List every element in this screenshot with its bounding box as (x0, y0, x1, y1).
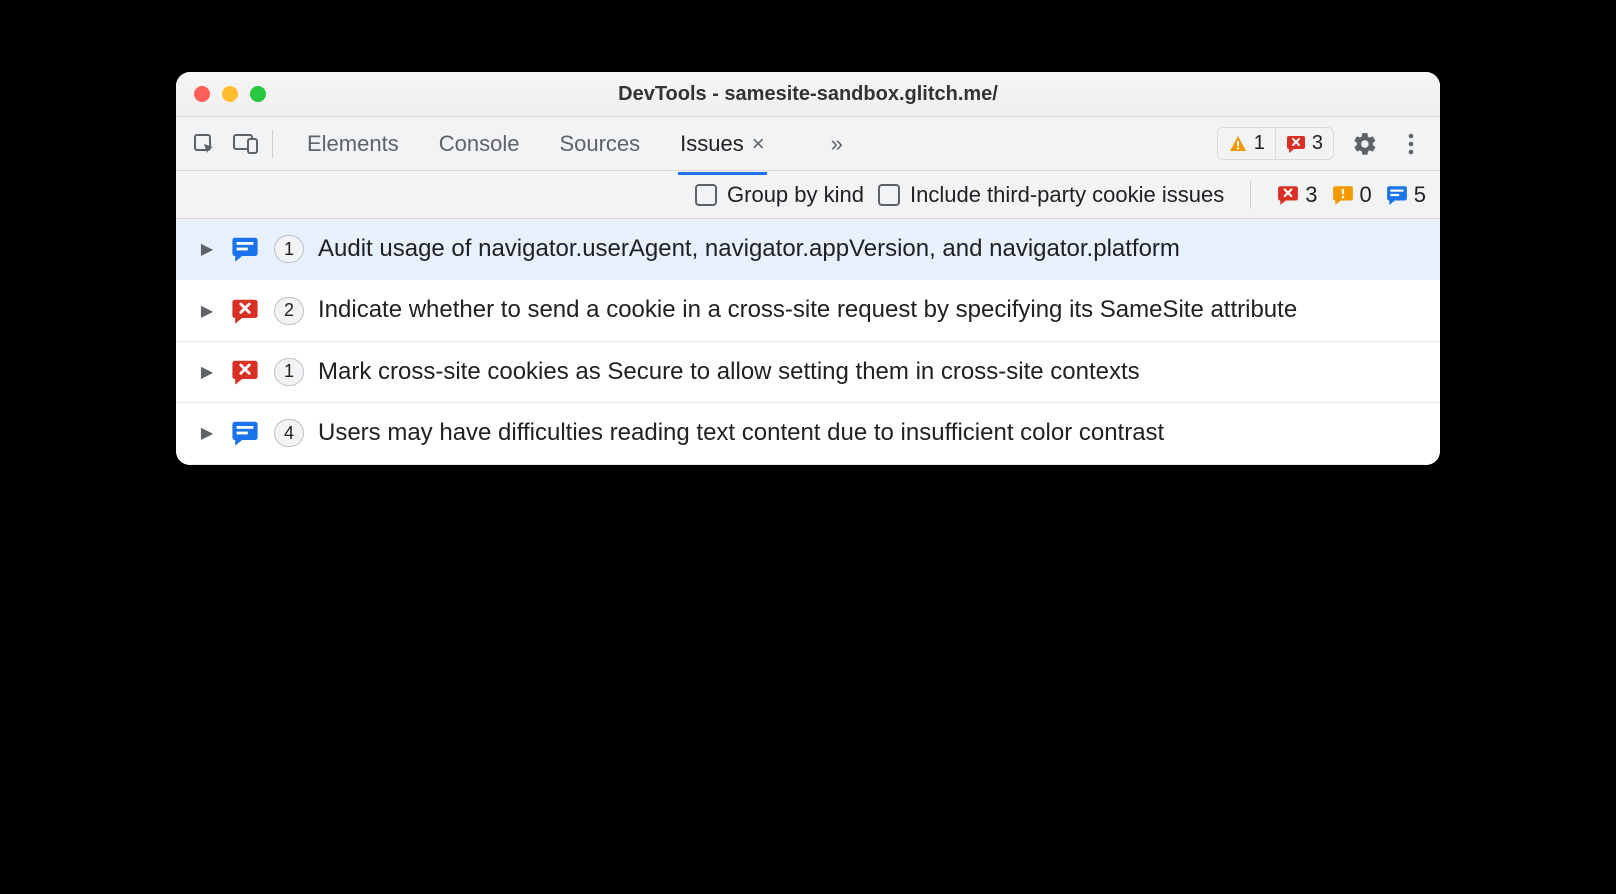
minimize-window-button[interactable] (222, 86, 238, 102)
summary-info[interactable]: 5 (1386, 182, 1426, 208)
checkbox-label: Group by kind (727, 182, 864, 208)
close-window-button[interactable] (194, 86, 210, 102)
error-bubble-icon (1277, 184, 1299, 206)
group-by-kind-checkbox[interactable]: Group by kind (695, 182, 864, 208)
tab-console[interactable]: Console (437, 123, 522, 165)
disclosure-triangle-icon[interactable]: ▶ (198, 362, 216, 382)
devtools-window: DevTools - samesite-sandbox.glitch.me/ E… (176, 72, 1440, 465)
zoom-window-button[interactable] (250, 86, 266, 102)
tab-elements[interactable]: Elements (305, 123, 401, 165)
issue-count-badge: 1 (274, 235, 304, 263)
issue-title: Indicate whether to send a cookie in a c… (318, 294, 1297, 326)
issues-filter-bar: Group by kind Include third-party cookie… (176, 171, 1440, 219)
include-third-party-checkbox[interactable]: Include third-party cookie issues (878, 182, 1224, 208)
issue-count-badge: 2 (274, 297, 304, 325)
warnings-count: 1 (1254, 132, 1265, 155)
warning-bubble-icon (1332, 184, 1354, 206)
error-bubble-icon (1286, 134, 1306, 154)
disclosure-triangle-icon[interactable]: ▶ (198, 301, 216, 321)
main-toolbar: Elements Console Sources Issues × » 1 3 (176, 117, 1440, 171)
issues-list: ▶ 1 Audit usage of navigator.userAgent, na… (176, 219, 1440, 465)
summary-errors[interactable]: 3 (1277, 182, 1317, 208)
issue-title: Users may have difficulties reading text… (318, 417, 1164, 449)
summary-warnings-count: 0 (1360, 182, 1372, 208)
warnings-badge[interactable]: 1 (1218, 128, 1275, 159)
gear-icon (1352, 131, 1378, 157)
summary-errors-count: 3 (1305, 182, 1317, 208)
traffic-lights (176, 86, 266, 102)
disclosure-triangle-icon[interactable]: ▶ (198, 423, 216, 443)
issue-row[interactable]: ▶ 4 Users may have difficulties reading te… (176, 403, 1440, 464)
warning-icon (1228, 134, 1248, 154)
errors-count: 3 (1312, 132, 1323, 155)
more-button[interactable] (1396, 129, 1426, 159)
issue-title: Mark cross-site cookies as Secure to all… (318, 356, 1140, 388)
window-title: DevTools - samesite-sandbox.glitch.me/ (176, 83, 1440, 106)
tab-label: Elements (307, 131, 399, 157)
settings-button[interactable] (1350, 129, 1380, 159)
summary-warnings[interactable]: 0 (1332, 182, 1372, 208)
error-bubble-icon (230, 296, 260, 326)
info-bubble-icon (230, 234, 260, 264)
issue-count-badge: 4 (274, 419, 304, 447)
more-vertical-icon (1408, 132, 1414, 156)
info-bubble-icon (230, 418, 260, 448)
divider (272, 130, 273, 158)
summary-info-count: 5 (1414, 182, 1426, 208)
issue-row[interactable]: ▶ 2 Indicate whether to send a cookie in a… (176, 280, 1440, 341)
issue-row[interactable]: ▶ 1 Audit usage of navigator.userAgent, na… (176, 219, 1440, 280)
checkbox-label: Include third-party cookie issues (910, 182, 1224, 208)
panel-tabs: Elements Console Sources Issues × » (305, 123, 843, 165)
checkbox-icon (695, 184, 717, 206)
info-bubble-icon (1386, 184, 1408, 206)
tab-issues[interactable]: Issues × (678, 123, 766, 165)
errors-badge[interactable]: 3 (1275, 128, 1333, 159)
disclosure-triangle-icon[interactable]: ▶ (198, 239, 216, 259)
toolbar-left-icons (190, 130, 260, 158)
tab-sources[interactable]: Sources (557, 123, 642, 165)
checkbox-icon (878, 184, 900, 206)
error-bubble-icon (230, 357, 260, 387)
window-titlebar: DevTools - samesite-sandbox.glitch.me/ (176, 72, 1440, 117)
tab-label: Console (439, 131, 520, 157)
divider (1250, 181, 1251, 209)
issue-title: Audit usage of navigator.userAgent, navi… (318, 233, 1180, 265)
inspect-element-icon[interactable] (190, 130, 218, 158)
tabs-overflow-button[interactable]: » (831, 131, 843, 157)
close-tab-icon[interactable]: × (752, 131, 765, 157)
device-toolbar-icon[interactable] (232, 130, 260, 158)
toolbar-issue-badges: 1 3 (1217, 127, 1334, 160)
tab-label: Issues (680, 131, 744, 157)
issue-row[interactable]: ▶ 1 Mark cross-site cookies as Secure to a… (176, 342, 1440, 403)
issue-count-badge: 1 (274, 358, 304, 386)
tab-label: Sources (559, 131, 640, 157)
